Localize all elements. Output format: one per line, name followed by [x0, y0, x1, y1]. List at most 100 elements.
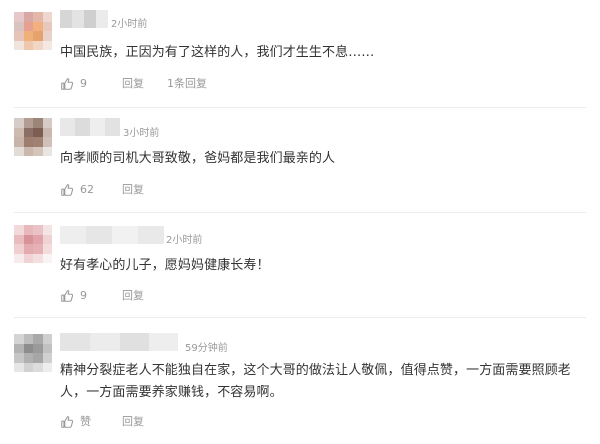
avatar-pixel	[33, 362, 43, 372]
comment-time: 2小时前	[111, 19, 148, 30]
avatar-pixel	[23, 362, 33, 372]
avatar-pixel	[42, 225, 52, 235]
username[interactable]	[60, 10, 108, 28]
avatar-pixel	[42, 40, 52, 50]
avatar-pixel	[14, 12, 24, 22]
avatar-pixel	[23, 234, 33, 244]
avatar-pixel	[33, 253, 43, 263]
avatar[interactable]	[14, 225, 52, 263]
avatar-pixel	[42, 244, 52, 254]
view-replies-link[interactable]: 1条回复	[167, 76, 207, 92]
avatar-pixel	[23, 225, 33, 235]
avatar-pixel	[33, 21, 43, 31]
avatar-pixel	[23, 244, 33, 254]
avatar-pixel	[33, 12, 43, 22]
avatar-pixel	[23, 137, 33, 147]
comment-time: 3小时前	[123, 128, 160, 139]
comment-actions: 9 回复	[60, 288, 260, 304]
avatar-pixel	[14, 343, 24, 353]
like-count: 9	[80, 289, 87, 302]
avatar-pixel	[14, 21, 24, 31]
comment-actions: 赞 回复	[60, 414, 260, 430]
avatar-pixel	[23, 146, 33, 156]
avatar-pixel	[14, 353, 24, 363]
avatar-pixel	[23, 31, 33, 41]
avatar-pixel	[42, 118, 52, 128]
avatar-pixel	[42, 334, 52, 344]
avatar-pixel	[33, 31, 43, 41]
avatar-pixel	[33, 334, 43, 344]
avatar-pixel	[33, 146, 43, 156]
avatar-pixel	[23, 343, 33, 353]
avatar-pixel	[23, 253, 33, 263]
avatar-pixel	[14, 234, 24, 244]
avatar-pixel	[42, 253, 52, 263]
avatar-pixel	[23, 12, 33, 22]
reply-button[interactable]: 回复	[122, 182, 144, 198]
username[interactable]	[60, 118, 120, 136]
avatar-pixel	[33, 40, 43, 50]
avatar-pixel	[23, 334, 33, 344]
avatar-pixel	[23, 127, 33, 137]
avatar-pixel	[14, 244, 24, 254]
avatar-pixel	[23, 353, 33, 363]
avatar-pixel	[42, 127, 52, 137]
avatar-pixel	[23, 40, 33, 50]
avatar-pixel	[33, 127, 43, 137]
avatar-pixel	[14, 118, 24, 128]
avatar-pixel	[42, 343, 52, 353]
avatar-pixel	[14, 137, 24, 147]
reply-button[interactable]: 回复	[122, 76, 144, 92]
comment-actions: 9 回复 1条回复	[60, 76, 260, 92]
avatar-pixel	[33, 137, 43, 147]
avatar-pixel	[42, 362, 52, 372]
comment-actions: 62 回复	[60, 182, 260, 198]
avatar-pixel	[14, 253, 24, 263]
avatar-pixel	[42, 12, 52, 22]
avatar-pixel	[42, 21, 52, 31]
avatar[interactable]	[14, 334, 52, 372]
thumbs-up-icon	[61, 78, 74, 90]
comment-item: 2小时前 中国民族，正因为有了这样的人，我们才生生不息…… 9 回复 1条回复	[0, 0, 600, 108]
comment-time: 2小时前	[166, 235, 203, 246]
comment-text: 精神分裂症老人不能独自在家，这个大哥的做法让人敬佩，值得点赞，一方面需要照顾老人…	[60, 363, 571, 400]
avatar-pixel	[33, 225, 43, 235]
avatar-pixel	[33, 234, 43, 244]
reply-button[interactable]: 回复	[122, 414, 144, 430]
avatar-pixel	[33, 244, 43, 254]
comment-item: 2小时前 好有孝心的儿子，愿妈妈健康长寿！ 9 回复	[0, 213, 600, 318]
comment-text: 好有孝心的儿子，愿妈妈健康长寿！	[60, 258, 270, 273]
reply-button[interactable]: 回复	[122, 288, 144, 304]
comment-item: 3小时前 向孝顺的司机大哥致敬，爸妈都是我们最亲的人 62 回复	[0, 108, 600, 213]
avatar-pixel	[14, 334, 24, 344]
avatar-pixel	[14, 146, 24, 156]
comment-time: 59分钟前	[185, 343, 228, 354]
avatar-pixel	[33, 343, 43, 353]
avatar-pixel	[23, 21, 33, 31]
username[interactable]	[60, 333, 178, 351]
avatar-pixel	[14, 40, 24, 50]
avatar-pixel	[14, 31, 24, 41]
avatar-pixel	[14, 362, 24, 372]
avatar-pixel	[14, 127, 24, 137]
avatar[interactable]	[14, 12, 52, 50]
like-count: 9	[80, 77, 87, 90]
avatar-pixel	[33, 118, 43, 128]
avatar-pixel	[42, 31, 52, 41]
avatar-pixel	[33, 353, 43, 363]
thumbs-up-icon	[61, 184, 74, 196]
username[interactable]	[60, 226, 164, 244]
avatar-pixel	[42, 137, 52, 147]
like-count: 62	[80, 183, 94, 196]
avatar-pixel	[42, 146, 52, 156]
comment-item: 59分钟前 精神分裂症老人不能独自在家，这个大哥的做法让人敬佩，值得点赞，一方面…	[0, 318, 600, 444]
avatar-pixel	[42, 234, 52, 244]
avatar[interactable]	[14, 118, 52, 156]
avatar-pixel	[23, 118, 33, 128]
thumbs-up-icon	[61, 290, 74, 302]
thumbs-up-icon	[61, 416, 74, 428]
comment-text: 向孝顺的司机大哥致敬，爸妈都是我们最亲的人	[60, 151, 336, 166]
like-label: 赞	[80, 415, 91, 428]
comment-text: 中国民族，正因为有了这样的人，我们才生生不息……	[60, 45, 375, 60]
avatar-pixel	[14, 225, 24, 235]
